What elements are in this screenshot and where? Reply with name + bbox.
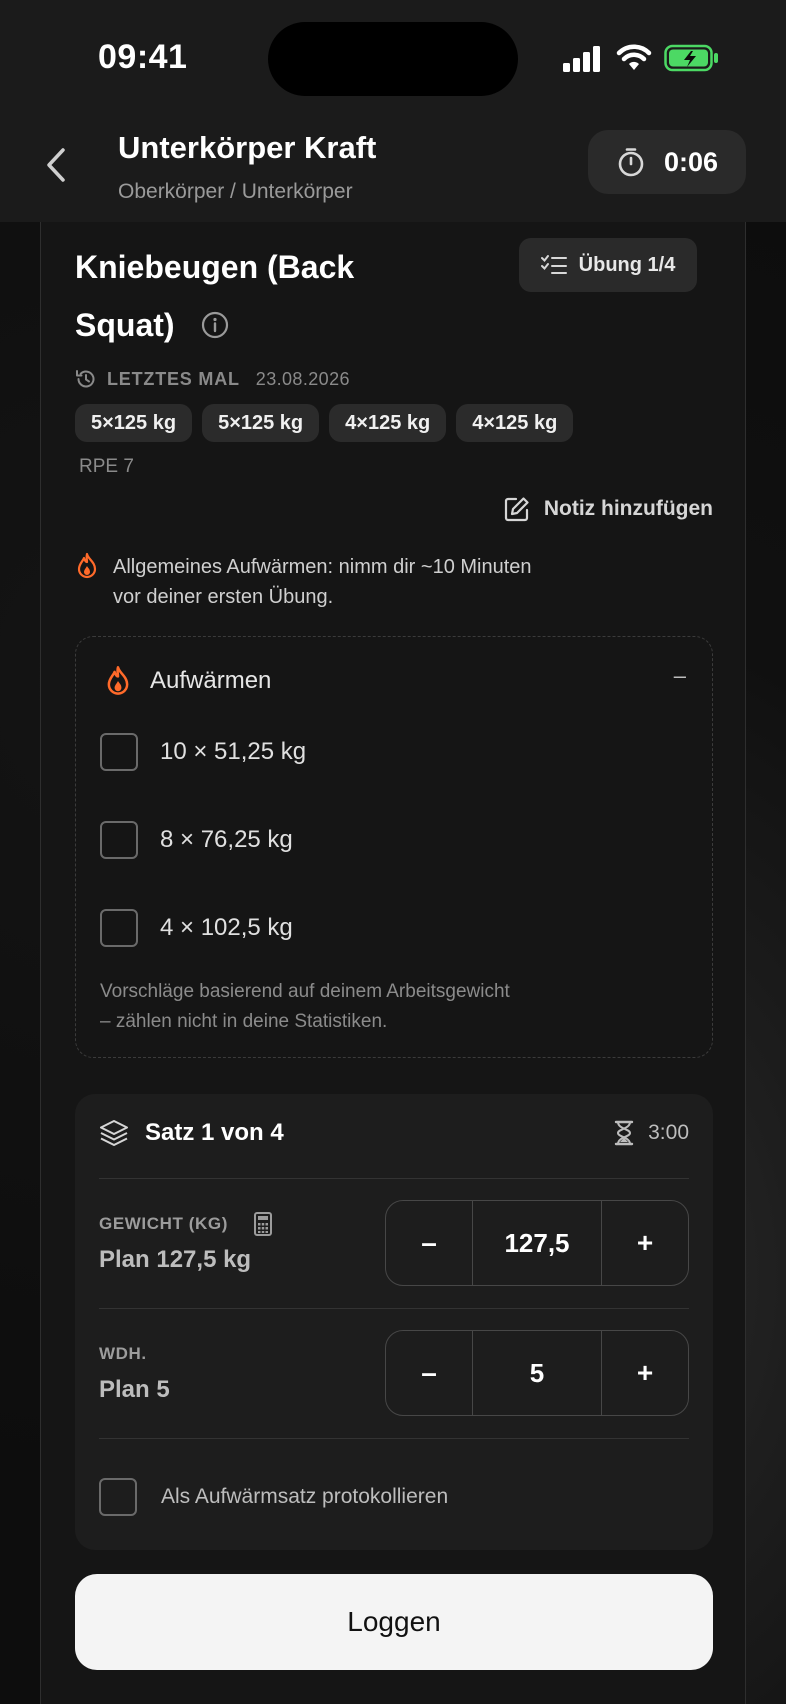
rest-time: 3:00 (648, 1121, 689, 1144)
divider (99, 1178, 689, 1179)
last-time-row: LETZTES MAL 23.08.2026 (75, 368, 350, 390)
status-bar: 09:41 (0, 0, 786, 110)
warmup-set-row[interactable]: 4 × 102,5 kg (100, 909, 293, 947)
weight-decrease-button[interactable]: – (386, 1201, 472, 1285)
log-as-warmup-checkbox[interactable] (99, 1478, 137, 1516)
set-header: Satz 1 von 4 (99, 1118, 284, 1148)
add-note-button[interactable]: Notiz hinzufügen (504, 496, 713, 522)
layers-icon (100, 1120, 128, 1146)
warmup-title: Aufwärmen (150, 667, 272, 694)
workout-header: Unterkörper Kraft Oberkörper / Unterkörp… (0, 110, 786, 222)
divider (99, 1438, 689, 1439)
workout-timer[interactable]: 0:06 (588, 130, 746, 194)
workout-subtitle: Oberkörper / Unterkörper (118, 180, 353, 203)
warmup-set-label: 10 × 51,25 kg (160, 738, 307, 765)
history-icon (76, 370, 95, 388)
warmup-header: Aufwärmen (104, 665, 271, 697)
cellular-signal-icon (563, 46, 600, 72)
weight-label-row: GEWICHT (KG) (99, 1212, 273, 1236)
log-button[interactable]: Loggen (75, 1574, 713, 1670)
exercise-title: Kniebeugen (Back Squat) (75, 238, 435, 354)
exercise-card: Kniebeugen (Back Squat) Übung 1/4 LETZTE… (40, 222, 746, 1704)
warmup-set-label: 4 × 102,5 kg (160, 914, 293, 941)
edit-icon (504, 497, 529, 522)
last-sets-chips: 5×125 kg 5×125 kg 4×125 kg 4×125 kg (75, 404, 574, 442)
general-warmup-hint: Allgemeines Aufwärmen: nimm dir ~10 Minu… (75, 552, 675, 612)
reps-stepper: – 5 + (385, 1330, 689, 1416)
checklist-icon (540, 255, 567, 274)
exercise-progress-label: Übung 1/4 (578, 253, 676, 276)
reps-label: WDH. (99, 1344, 147, 1363)
hourglass-icon (614, 1120, 634, 1146)
last-set-chip: 4×125 kg (456, 404, 574, 442)
last-set-chip: 5×125 kg (75, 404, 193, 442)
weight-label: GEWICHT (KG) (99, 1214, 229, 1233)
rest-timer[interactable]: 3:00 (614, 1120, 689, 1146)
exercise-progress-button[interactable]: Übung 1/4 (519, 238, 697, 292)
weight-increase-button[interactable]: + (602, 1201, 688, 1285)
stopwatch-icon (618, 148, 644, 177)
last-time-date: 23.08.2026 (255, 368, 350, 389)
reps-decrease-button[interactable]: – (386, 1331, 472, 1415)
last-set-chip: 5×125 kg (202, 404, 320, 442)
flame-icon (77, 552, 97, 579)
reps-value-input[interactable]: 5 (472, 1331, 602, 1415)
log-as-warmup-row[interactable]: Als Aufwärmsatz protokollieren (99, 1478, 448, 1516)
battery-charging-icon (664, 44, 718, 72)
workout-title: Unterkörper Kraft (118, 130, 377, 165)
reps-increase-button[interactable]: + (602, 1331, 688, 1415)
dynamic-island (268, 22, 518, 96)
last-set-chip: 4×125 kg (329, 404, 447, 442)
warmup-set-row[interactable]: 10 × 51,25 kg (100, 733, 306, 771)
info-icon[interactable] (201, 311, 229, 339)
status-time: 09:41 (98, 38, 188, 76)
flame-icon (107, 666, 129, 695)
warmup-section: Aufwärmen – 10 × 51,25 kg 8 × 76,25 kg 4… (75, 636, 713, 1058)
weight-plan: Plan 127,5 kg (99, 1246, 252, 1273)
log-as-warmup-label: Als Aufwärmsatz protokollieren (161, 1485, 449, 1508)
warmup-set-checkbox[interactable] (100, 821, 138, 859)
add-note-label: Notiz hinzufügen (543, 497, 713, 520)
back-button[interactable] (38, 140, 74, 190)
set-title: Satz 1 von 4 (145, 1119, 284, 1146)
weight-stepper: – 127,5 + (385, 1200, 689, 1286)
warmup-collapse-button[interactable]: – (674, 663, 686, 689)
warmup-set-checkbox[interactable] (100, 909, 138, 947)
reps-plan: Plan 5 (99, 1376, 170, 1403)
reps-label-row: WDH. (99, 1344, 147, 1364)
general-warmup-text: Allgemeines Aufwärmen: nimm dir ~10 Minu… (113, 556, 532, 608)
weight-value-input[interactable]: 127,5 (472, 1201, 602, 1285)
warmup-set-label: 8 × 76,25 kg (160, 826, 293, 853)
warmup-note: Vorschläge basierend auf deinem Arbeitsg… (100, 981, 510, 1032)
timer-value: 0:06 (664, 146, 719, 177)
divider (99, 1308, 689, 1309)
warmup-set-checkbox[interactable] (100, 733, 138, 771)
back-chevron-icon (47, 148, 65, 182)
set-card: Satz 1 von 4 3:00 GEWICHT (KG) Plan 127,… (75, 1094, 713, 1550)
wifi-icon (616, 44, 652, 70)
last-time-label: LETZTES MAL (107, 368, 240, 389)
calculator-icon[interactable] (254, 1212, 273, 1236)
warmup-set-row[interactable]: 8 × 76,25 kg (100, 821, 293, 859)
last-rpe: RPE 7 (79, 456, 134, 477)
